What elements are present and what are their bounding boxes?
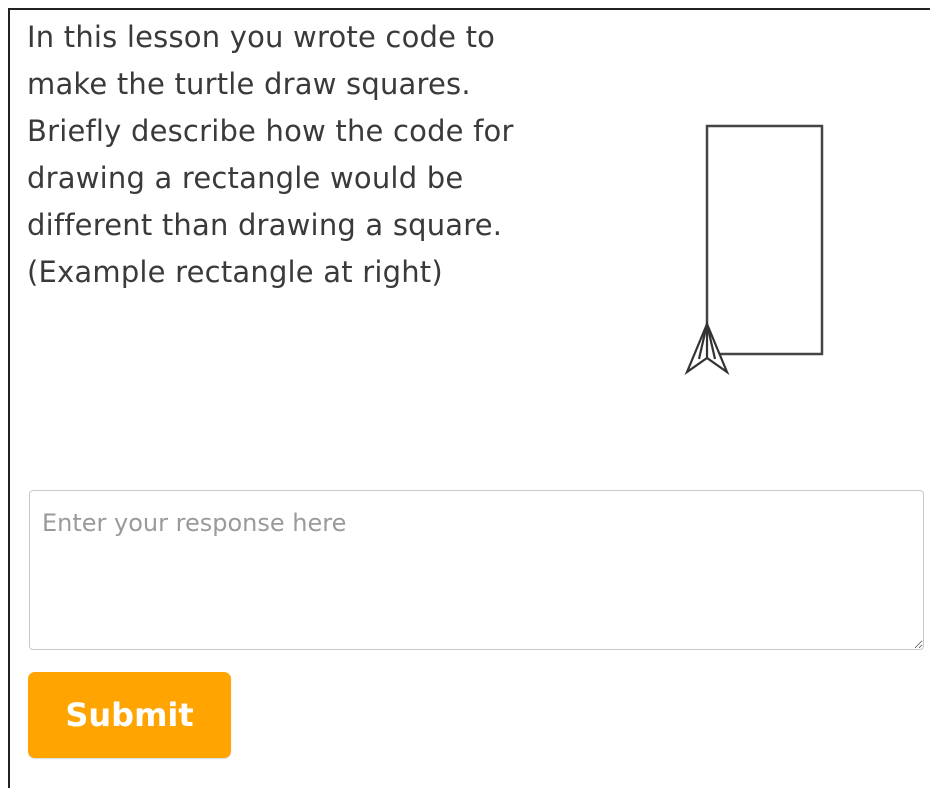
prompt-line: drawing a rectangle would be — [27, 161, 464, 195]
question-prompt: In this lesson you wrote code to make th… — [27, 14, 617, 296]
rectangle-example-figure — [684, 124, 824, 376]
prompt-line: In this lesson you wrote code to — [27, 20, 496, 54]
prompt-line: Briefly describe how the code for — [27, 114, 514, 148]
response-textarea[interactable] — [29, 490, 924, 650]
prompt-line: make the turtle draw squares. — [27, 67, 471, 101]
submit-button[interactable]: Submit — [28, 672, 231, 758]
prompt-line: (Example rectangle at right) — [27, 255, 443, 289]
example-rectangle — [705, 124, 824, 356]
prompt-line: different than drawing a square. — [27, 208, 503, 242]
turtle-arrow-icon — [684, 321, 730, 376]
